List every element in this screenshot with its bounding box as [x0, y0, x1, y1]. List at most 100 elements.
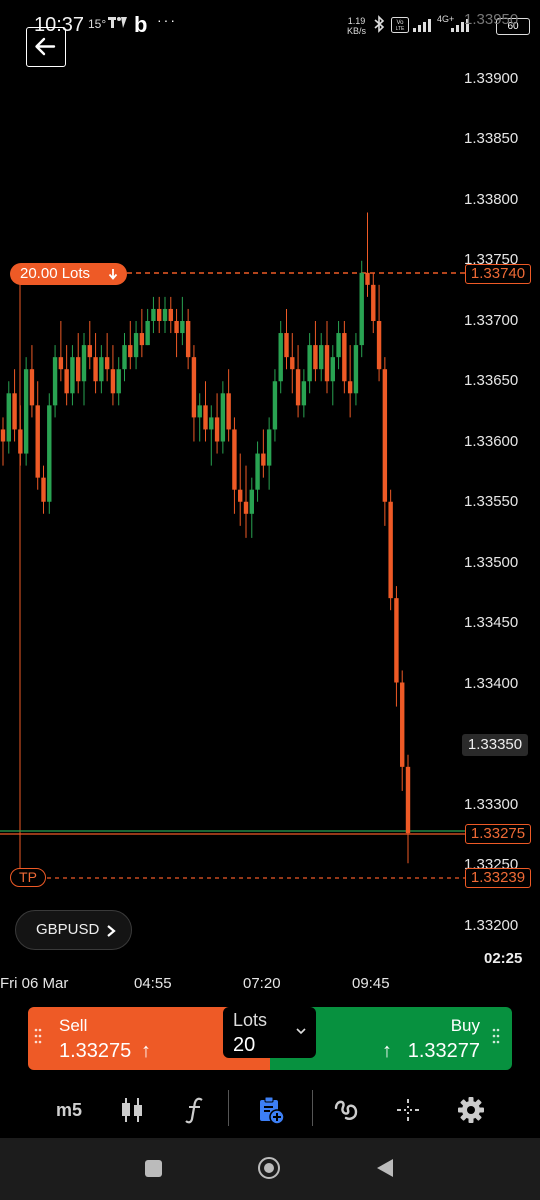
- candle-body: [371, 284, 376, 321]
- candle-body: [145, 321, 150, 346]
- candle-body: [35, 405, 40, 478]
- crosshair-icon[interactable]: [390, 1092, 426, 1128]
- candle-body: [0, 429, 6, 442]
- price-axis-label: 1.33400: [464, 674, 519, 692]
- candle-body: [359, 272, 364, 346]
- price-axis-label: 1.33650: [464, 372, 519, 389]
- candle-body: [226, 393, 231, 430]
- order-price-tag: 1.33740: [465, 264, 531, 284]
- candle-body: [342, 333, 347, 382]
- order-lots-pill[interactable]: 20.00 Lots: [10, 263, 127, 285]
- price-axis-label: 1.33900: [464, 69, 519, 87]
- candle-body: [191, 357, 197, 418]
- candle-body: [81, 345, 87, 382]
- indicators-icon[interactable]: [177, 1092, 213, 1128]
- bid-price-tag: 1.33275: [465, 824, 531, 844]
- buy-label: Buy: [450, 1016, 480, 1035]
- candle-body: [324, 345, 330, 382]
- candle-body: [151, 308, 156, 321]
- candle-body: [70, 357, 75, 394]
- toolbar-divider: [312, 1090, 313, 1126]
- sell-label: Sell: [59, 1016, 88, 1035]
- sell-up-arrow-icon: ↑: [141, 1040, 151, 1062]
- drag-handle-right-icon[interactable]: [492, 1027, 500, 1054]
- lots-label: Lots: [233, 1010, 268, 1030]
- candle-body: [272, 381, 278, 430]
- price-axis-label: 1.33300: [464, 795, 519, 813]
- candle-body: [197, 405, 202, 418]
- candle-body: [301, 381, 307, 406]
- symbol-selector-button[interactable]: GBPUSD: [15, 910, 132, 950]
- candle-body: [185, 321, 191, 358]
- system-navigation-bar: [0, 1138, 540, 1200]
- candle-body: [232, 429, 237, 490]
- candle-body: [319, 345, 324, 370]
- price-axis-label: 1.33850: [464, 130, 519, 147]
- candle-body: [29, 369, 35, 406]
- candle-body: [220, 393, 226, 442]
- candles-group: [0, 212, 411, 864]
- chevron-right-icon: [107, 925, 116, 937]
- arrow-down-icon: [108, 269, 118, 280]
- candle-body: [307, 345, 312, 382]
- x-axis-label-2: 07:20: [243, 975, 281, 992]
- current-price-label: 1.33350: [462, 734, 528, 756]
- candle-timer: 02:25: [484, 950, 523, 967]
- add-order-clipboard-icon[interactable]: [253, 1092, 289, 1128]
- candle-body: [110, 369, 116, 394]
- price-axis-label: 1.33950: [464, 11, 519, 28]
- candle-type-icon[interactable]: [114, 1092, 150, 1128]
- candle-body: [336, 333, 341, 358]
- tp-pill[interactable]: TP: [10, 868, 46, 887]
- candle-body: [18, 429, 23, 454]
- candle-body: [52, 357, 58, 406]
- candle-body: [382, 369, 388, 502]
- candle-body: [64, 369, 69, 394]
- home-icon[interactable]: [258, 1157, 280, 1179]
- sell-price: 1.33275: [59, 1040, 132, 1062]
- price-axis-label: 1.33700: [464, 311, 519, 329]
- candle-body: [365, 272, 370, 285]
- timeframe-button[interactable]: m5: [51, 1092, 87, 1128]
- price-axis-label: 1.33800: [464, 190, 519, 208]
- candle-body: [284, 333, 289, 358]
- candle-body: [6, 393, 11, 442]
- lots-selector[interactable]: Lots 20: [223, 1007, 316, 1058]
- candle-body: [209, 417, 214, 430]
- price-axis-label: 1.33500: [464, 553, 519, 571]
- candle-body: [347, 381, 353, 394]
- drag-handle-left-icon[interactable]: [34, 1027, 42, 1054]
- price-chart[interactable]: [0, 0, 540, 1000]
- candle-body: [87, 345, 92, 358]
- x-axis-label-3: 09:45: [352, 975, 390, 992]
- candle-body: [400, 682, 405, 767]
- candle-body: [214, 417, 220, 442]
- candle-body: [58, 357, 64, 370]
- lots-value[interactable]: 20: [233, 1034, 255, 1057]
- candle-body: [174, 321, 179, 334]
- candle-body: [168, 308, 173, 321]
- price-axis-label: 1.33200: [464, 916, 519, 934]
- candle-body: [255, 453, 260, 490]
- candle-body: [203, 405, 208, 430]
- x-axis-label-1: 04:55: [134, 975, 172, 992]
- back-nav-icon[interactable]: [376, 1158, 394, 1183]
- candle-body: [238, 489, 243, 502]
- candle-body: [278, 333, 283, 382]
- candle-body: [405, 766, 411, 834]
- chevron-down-icon: [296, 1028, 306, 1035]
- settings-gear-icon[interactable]: [453, 1092, 489, 1128]
- candle-body: [353, 345, 359, 394]
- recents-icon[interactable]: [145, 1160, 162, 1177]
- candle-body: [139, 333, 145, 346]
- candle-body: [104, 357, 110, 370]
- candle-body: [99, 357, 104, 382]
- drawing-tool-icon[interactable]: [328, 1092, 364, 1128]
- candle-body: [162, 308, 168, 321]
- candle-body: [394, 598, 399, 683]
- candle-body: [122, 345, 127, 370]
- candle-body: [180, 321, 185, 334]
- x-axis-label-date: Fri 06 Mar: [0, 975, 69, 992]
- candle-body: [266, 429, 272, 466]
- candle-body: [47, 405, 52, 502]
